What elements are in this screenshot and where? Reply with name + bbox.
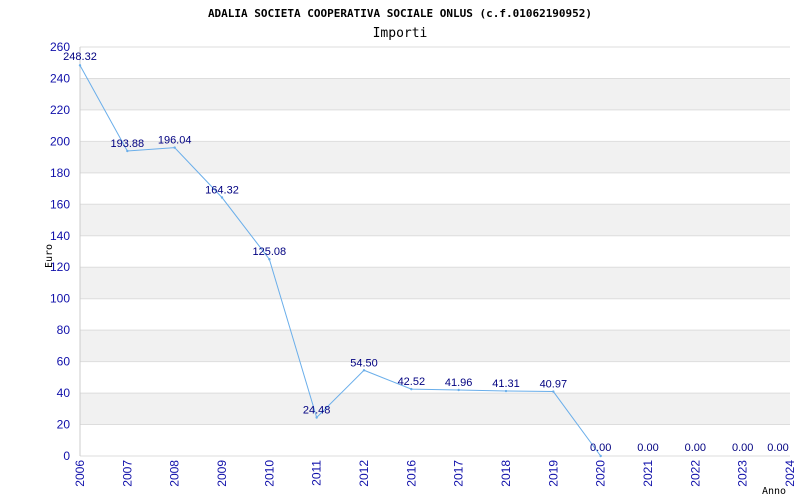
grid-bands	[79, 46, 790, 457]
data-label: 125.08	[253, 246, 287, 258]
data-label: 42.52	[398, 376, 426, 388]
y-tick-label: 200	[50, 134, 70, 148]
grid-band	[80, 204, 790, 236]
data-label: 164.32	[205, 185, 239, 197]
x-tick-label: 2008	[168, 460, 182, 487]
x-tick-label: 2021	[641, 460, 655, 487]
y-tick-label: 240	[50, 71, 70, 85]
data-label: 0.00	[732, 442, 753, 454]
data-label: 0.00	[767, 442, 788, 454]
y-tick-label: 220	[50, 103, 70, 117]
x-tick-label: 2007	[120, 460, 134, 487]
data-point	[504, 389, 508, 393]
data-label: 0.00	[637, 442, 658, 454]
y-tick-label: 40	[57, 386, 71, 400]
data-point	[362, 369, 366, 372]
data-label: 54.50	[350, 357, 378, 369]
x-tick-label: 2016	[404, 460, 418, 487]
data-point	[126, 149, 129, 153]
x-tick-label: 2017	[452, 460, 466, 487]
grid-band	[80, 78, 790, 110]
x-tick-label: 2019	[546, 460, 560, 487]
data-point	[268, 258, 271, 261]
chart-title: ADALIA SOCIETA COOPERATIVA SOCIALE ONLUS…	[208, 7, 592, 20]
data-point	[410, 387, 413, 391]
data-label: 41.31	[492, 378, 520, 390]
x-tick-label: 2024	[783, 460, 797, 487]
y-tick-label: 100	[50, 292, 70, 306]
data-point	[552, 390, 555, 393]
x-tick-label: 2022	[688, 460, 702, 487]
data-point	[599, 454, 602, 458]
data-label: 24.48	[303, 404, 331, 416]
data-point	[315, 416, 318, 419]
data-point	[173, 146, 176, 149]
chart: ADALIA SOCIETA COOPERATIVA SOCIALE ONLUS…	[44, 7, 797, 497]
y-tick-label: 180	[50, 166, 70, 180]
y-tick-label: 60	[57, 355, 71, 369]
x-tick-label: 2006	[73, 460, 87, 487]
data-label: 41.96	[445, 377, 473, 389]
x-tick-label: 2011	[310, 460, 324, 486]
grid-band	[80, 393, 790, 425]
y-tick-label: 140	[50, 229, 70, 243]
data-label: 0.00	[590, 442, 611, 454]
grid-band	[80, 267, 790, 299]
data-label: 40.97	[540, 379, 568, 391]
data-label: 248.32	[63, 51, 97, 63]
x-tick-label: 2018	[499, 460, 513, 487]
y-axis-label: Euro	[44, 244, 55, 268]
y-tick-label: 80	[57, 323, 71, 337]
chart-subtitle: Importi	[373, 26, 428, 41]
data-label: 196.04	[158, 135, 192, 147]
x-axis-ticks: 2006 2007 2008 2009 2010 2011 2012 2016 2017 2018…	[73, 460, 797, 487]
y-tick-label: 160	[50, 197, 70, 211]
data-label: 193.88	[111, 138, 145, 150]
data-label: 0.00	[685, 442, 706, 454]
x-tick-label: 2020	[594, 460, 608, 487]
x-axis-label: Anno	[762, 486, 786, 497]
grid-band	[80, 330, 790, 362]
x-tick-label: 2010	[262, 460, 276, 487]
x-tick-label: 2023	[736, 460, 750, 487]
y-tick-label: 20	[57, 418, 71, 432]
y-tick-label: 0	[63, 449, 70, 463]
x-tick-label: 2009	[215, 460, 229, 487]
data-point	[78, 64, 82, 67]
x-tick-label: 2012	[357, 460, 371, 487]
data-point	[457, 388, 460, 392]
data-point	[220, 196, 224, 199]
